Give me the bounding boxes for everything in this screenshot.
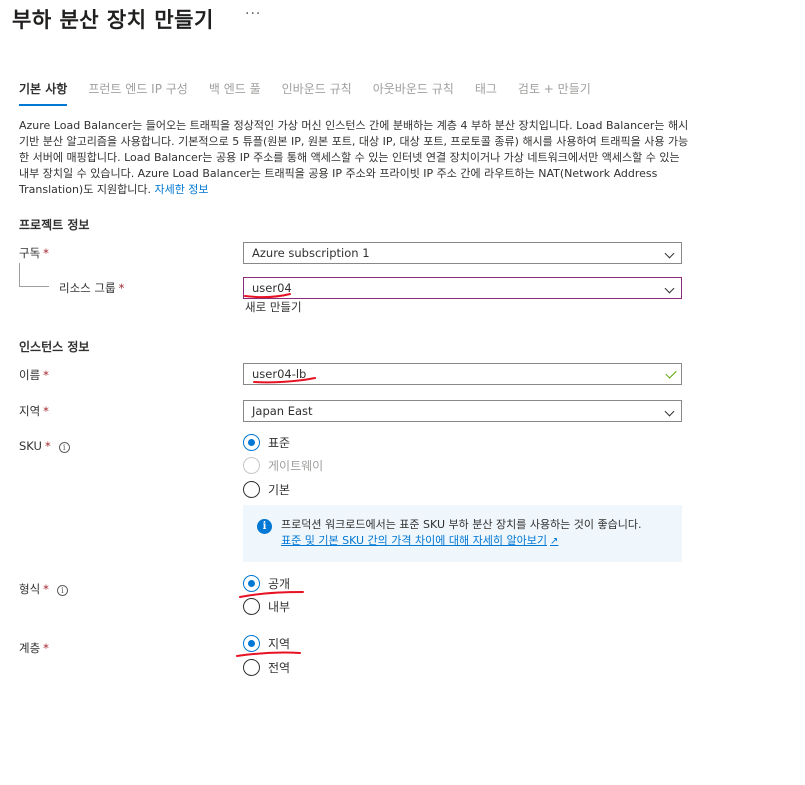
external-link-icon: ↗ (549, 536, 559, 547)
sku-radio-standard[interactable]: 표준 (243, 434, 290, 451)
radio-circle (243, 598, 260, 615)
tab-outbound-rules[interactable]: 아웃바운드 규칙 (373, 80, 454, 106)
tab-inbound-rules[interactable]: 인바운드 규칙 (282, 80, 352, 106)
type-label: 형식 * i (19, 581, 68, 597)
radio-circle (243, 434, 260, 451)
name-input[interactable]: user04-lb (243, 363, 682, 385)
region-select[interactable]: Japan East (243, 400, 682, 422)
sku-radio-gateway[interactable]: 게이트웨이 (243, 457, 323, 474)
resource-group-select[interactable]: user04 (243, 277, 682, 299)
tier-radio-regional[interactable]: 지역 (243, 635, 290, 652)
project-details-heading: 프로젝트 정보 (19, 218, 90, 232)
sku-radio-basic[interactable]: 기본 (243, 481, 290, 498)
radio-circle (243, 659, 260, 676)
resource-group-label: 리소스 그룹 * (59, 281, 125, 295)
tier-radio-global[interactable]: 전역 (243, 659, 290, 676)
type-radio-public[interactable]: 공개 (243, 575, 290, 592)
info-circle-icon: i (257, 519, 272, 534)
radio-circle (243, 635, 260, 652)
subscription-value: Azure subscription 1 (252, 246, 370, 260)
name-value: user04-lb (252, 367, 307, 381)
chevron-down-icon (664, 283, 675, 294)
sku-pricing-link[interactable]: 표준 및 기본 SKU 간의 가격 차이에 대해 자세히 알아보기 (281, 534, 547, 547)
radio-circle (243, 457, 260, 474)
chevron-down-icon (664, 406, 675, 417)
region-value: Japan East (252, 404, 313, 418)
learn-more-link[interactable]: 자세한 정보 (154, 183, 208, 196)
subscription-select[interactable]: Azure subscription 1 (243, 242, 682, 264)
tab-frontend-ip[interactable]: 프런트 엔드 IP 구성 (88, 80, 188, 106)
intro-text: Azure Load Balancer는 들어오는 트래픽을 정상적인 가상 머… (19, 119, 689, 196)
tab-backend-pools[interactable]: 백 엔드 풀 (209, 80, 261, 106)
chevron-down-icon (664, 248, 675, 259)
subscription-label: 구독 * (19, 246, 49, 260)
sku-info-text: 프로덕션 워크로드에서는 표준 SKU 부하 분산 장치를 사용하는 것이 좋습… (281, 518, 642, 531)
name-label: 이름 * (19, 368, 49, 382)
page-title: 부하 분산 장치 만들기 (12, 8, 214, 32)
tab-bar: 기본 사항 프런트 엔드 IP 구성 백 엔드 풀 인바운드 규칙 아웃바운드 … (19, 80, 612, 106)
instance-details-heading: 인스턴스 정보 (19, 340, 90, 354)
info-icon[interactable]: i (58, 442, 70, 453)
type-radio-internal[interactable]: 내부 (243, 598, 290, 615)
checkmark-icon (665, 367, 677, 379)
radio-circle (243, 481, 260, 498)
create-new-resource-group-link[interactable]: 새로 만들기 (245, 299, 302, 315)
radio-circle (243, 575, 260, 592)
tab-basics[interactable]: 기본 사항 (19, 80, 68, 106)
resource-group-value: user04 (252, 281, 292, 295)
region-label: 지역 * (19, 404, 49, 418)
tree-connector (19, 263, 49, 287)
sku-label: SKU * i (19, 439, 70, 453)
more-options-icon[interactable]: ··· (245, 6, 261, 22)
tier-label: 계층 * (19, 641, 49, 655)
intro-description: Azure Load Balancer는 들어오는 트래픽을 정상적인 가상 머… (19, 118, 691, 198)
tab-tags[interactable]: 태그 (475, 80, 497, 106)
info-icon[interactable]: i (56, 585, 68, 596)
sku-info-box: i 프로덕션 워크로드에서는 표준 SKU 부하 분산 장치를 사용하는 것이 … (243, 505, 682, 562)
tab-review-create[interactable]: 검토 + 만들기 (518, 80, 591, 106)
